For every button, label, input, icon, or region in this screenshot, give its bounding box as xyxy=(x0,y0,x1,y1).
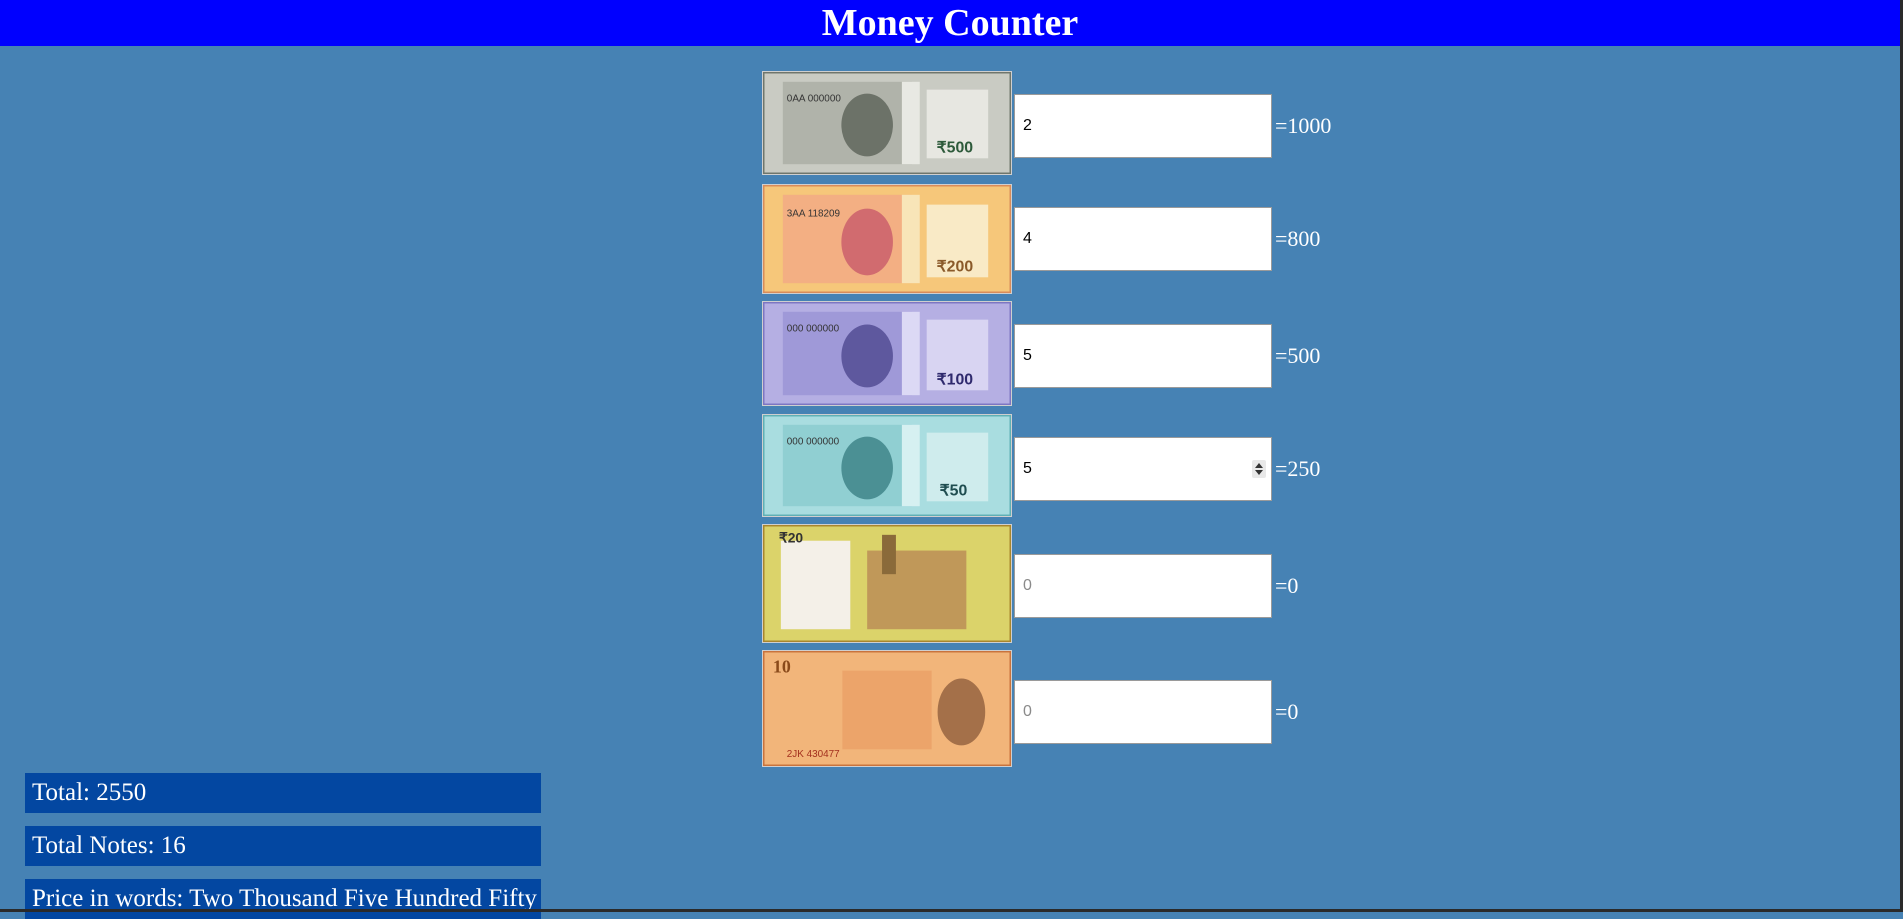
note-50-serial: 000 000000 xyxy=(787,436,840,447)
note-500-count-input[interactable] xyxy=(1014,94,1272,158)
note-row-200: ₹200 3AA 118209 =800 xyxy=(762,184,1362,294)
note-100-amount-value: 500 xyxy=(1287,343,1321,368)
note-row-20: ₹20 =0 xyxy=(762,524,1362,643)
note-200-count-input[interactable] xyxy=(1014,207,1272,271)
note-500-image: ₹500 0AA 000000 xyxy=(762,71,1012,175)
note-100-image: ₹100 000 000000 xyxy=(762,301,1012,406)
note-10-count-input[interactable] xyxy=(1014,680,1272,744)
note-100-serial: 000 000000 xyxy=(787,323,840,334)
note-50-image: ₹50 000 000000 xyxy=(762,414,1012,517)
note-100-denomination: ₹100 xyxy=(937,371,974,388)
note-500-amount-value: 1000 xyxy=(1287,113,1332,138)
note-20-count-input[interactable] xyxy=(1014,554,1272,618)
note-20-image: ₹20 xyxy=(762,524,1012,643)
note-10-serial: 2JK 430477 xyxy=(787,749,840,760)
total-notes-box: Total Notes: 16 xyxy=(25,826,541,866)
note-10-denomination: 10 xyxy=(773,657,791,677)
note-10-amount-value: 0 xyxy=(1287,699,1299,724)
note-100-amount: =500 xyxy=(1275,343,1321,368)
note-row-10: 10 2JK 430477 =0 xyxy=(762,650,1362,767)
note-20-denomination: ₹20 xyxy=(779,530,804,546)
note-20-amount: =0 xyxy=(1275,573,1299,598)
note-10-image: 10 2JK 430477 xyxy=(762,650,1012,767)
note-row-50: ₹50 000 000000 =250 xyxy=(762,414,1362,517)
price-in-words-box: Price in words: Two Thousand Five Hundre… xyxy=(25,879,541,919)
note-500-amount: =1000 xyxy=(1275,113,1332,138)
note-200-amount: =800 xyxy=(1275,226,1321,251)
note-50-stepper[interactable] xyxy=(1252,460,1266,478)
note-50-count-input[interactable] xyxy=(1014,437,1272,501)
note-50-amount-value: 250 xyxy=(1287,456,1321,481)
note-50-denomination: ₹50 xyxy=(940,482,968,499)
note-200-serial: 3AA 118209 xyxy=(787,208,841,219)
note-200-denomination: ₹200 xyxy=(937,258,974,275)
note-20-amount-value: 0 xyxy=(1287,573,1299,598)
page-title: Money Counter xyxy=(0,0,1900,46)
note-200-amount-value: 800 xyxy=(1287,226,1321,251)
note-10-amount: =0 xyxy=(1275,699,1299,724)
total-box: Total: 2550 xyxy=(25,773,541,813)
note-50-amount: =250 xyxy=(1275,456,1321,481)
note-500-serial: 0AA 000000 xyxy=(787,93,842,104)
note-row-500: ₹500 0AA 000000 =1000 xyxy=(762,71,1362,175)
note-200-image: ₹200 3AA 118209 xyxy=(762,184,1012,294)
note-500-denomination: ₹500 xyxy=(937,139,974,156)
note-100-count-input[interactable] xyxy=(1014,324,1272,388)
note-row-100: ₹100 000 000000 =500 xyxy=(762,301,1362,406)
